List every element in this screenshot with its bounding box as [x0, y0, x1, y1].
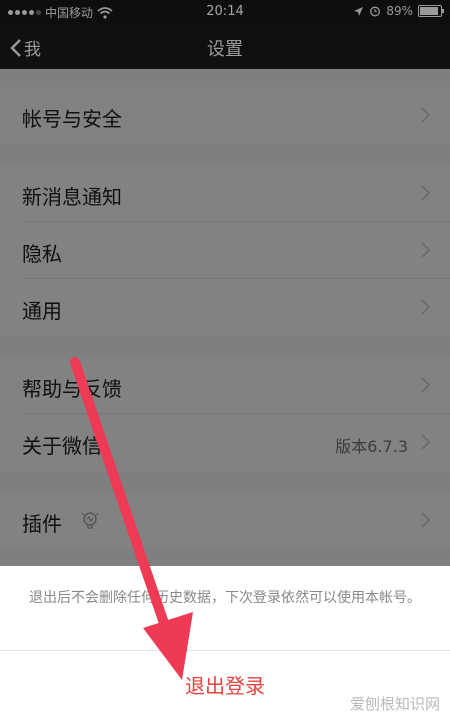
chevron-right-icon — [421, 185, 430, 201]
settings-item-label: 关于微信 — [22, 434, 102, 458]
nav-bar: 我 设置 — [0, 24, 450, 69]
settings-group-plugins: 插件 — [0, 492, 450, 549]
version-value: 版本6.7.3 — [335, 437, 408, 456]
settings-item-notifications[interactable]: 新消息通知 — [0, 165, 450, 222]
chevron-right-icon — [421, 434, 430, 450]
settings-item-help-feedback[interactable]: 帮助与反馈 — [0, 357, 450, 414]
settings-item-account-security[interactable]: 帐号与安全 — [0, 87, 450, 144]
settings-item-label: 帐号与安全 — [22, 107, 122, 131]
settings-item-label: 通用 — [22, 299, 62, 323]
logout-notice-text: 退出后不会删除任何历史数据，下次登录依然可以使用本帐号。 — [29, 590, 421, 606]
page-title: 设置 — [207, 39, 243, 60]
settings-item-label: 新消息通知 — [22, 185, 122, 209]
lightbulb-icon — [81, 512, 99, 529]
settings-item-label: 插件 — [22, 512, 62, 536]
settings-group-general: 新消息通知 隐私 通用 — [0, 165, 450, 336]
settings-item-plugins[interactable]: 插件 — [0, 492, 450, 549]
chevron-right-icon — [421, 242, 430, 258]
watermark-text: 爱刨根知识网 — [349, 695, 440, 713]
settings-group-account: 帐号与安全 — [0, 87, 450, 144]
chevron-right-icon — [421, 299, 430, 315]
settings-group-about: 帮助与反馈 关于微信 版本6.7.3 — [0, 357, 450, 471]
status-bar: 中国移动 20:14 89% — [0, 0, 450, 24]
settings-item-label: 帮助与反馈 — [22, 377, 122, 401]
chevron-right-icon — [421, 512, 430, 528]
battery-percent: 89% — [386, 4, 413, 18]
settings-item-label: 隐私 — [22, 242, 62, 266]
settings-item-about-wechat[interactable]: 关于微信 版本6.7.3 — [0, 414, 450, 471]
status-right: 89% — [353, 4, 444, 18]
location-icon — [354, 6, 364, 16]
settings-item-privacy[interactable]: 隐私 — [0, 222, 450, 279]
settings-item-general[interactable]: 通用 — [0, 279, 450, 336]
logout-action-sheet: 退出后不会删除任何历史数据，下次登录依然可以使用本帐号。 退出登录 爱刨根知识网 — [0, 566, 450, 720]
battery-icon — [418, 5, 444, 17]
alarm-icon — [370, 6, 381, 17]
chevron-right-icon — [421, 107, 430, 123]
chevron-right-icon — [421, 377, 430, 393]
sheet-divider — [0, 650, 450, 651]
